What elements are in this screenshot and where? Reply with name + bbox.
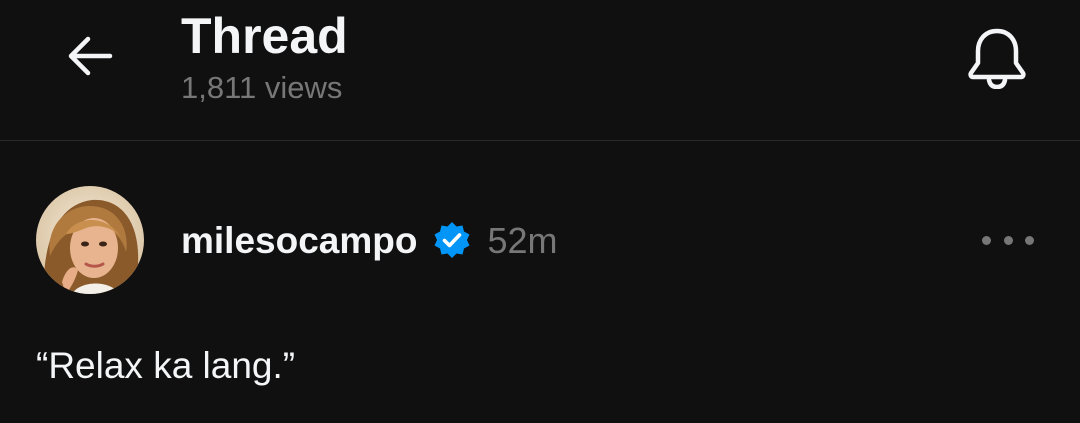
more-options-button[interactable] [982, 222, 1034, 258]
more-dot [982, 235, 991, 245]
page-title: Thread [181, 8, 348, 64]
more-dot [1003, 235, 1013, 245]
more-dot [1025, 235, 1034, 245]
header-title-block: Thread 1,811 views [181, 8, 348, 106]
header-divider [0, 140, 1080, 141]
view-count: 1,811 views [181, 70, 343, 105]
post-header: milesocampo 52m [181, 218, 558, 264]
back-button[interactable] [60, 26, 120, 86]
notifications-button[interactable] [962, 22, 1032, 92]
arrow-left-icon [68, 36, 113, 76]
post-timestamp: 52m [487, 220, 558, 261]
bell-icon [968, 28, 1026, 89]
post-text: “Relax ka lang.” [36, 345, 296, 386]
avatar[interactable] [36, 186, 144, 294]
verified-badge-icon [431, 220, 473, 262]
thread-screen: Thread 1,811 views milesocampo 52m “Rela… [0, 0, 1080, 423]
avatar-image [36, 186, 144, 294]
username-link[interactable]: milesocampo [181, 220, 417, 262]
